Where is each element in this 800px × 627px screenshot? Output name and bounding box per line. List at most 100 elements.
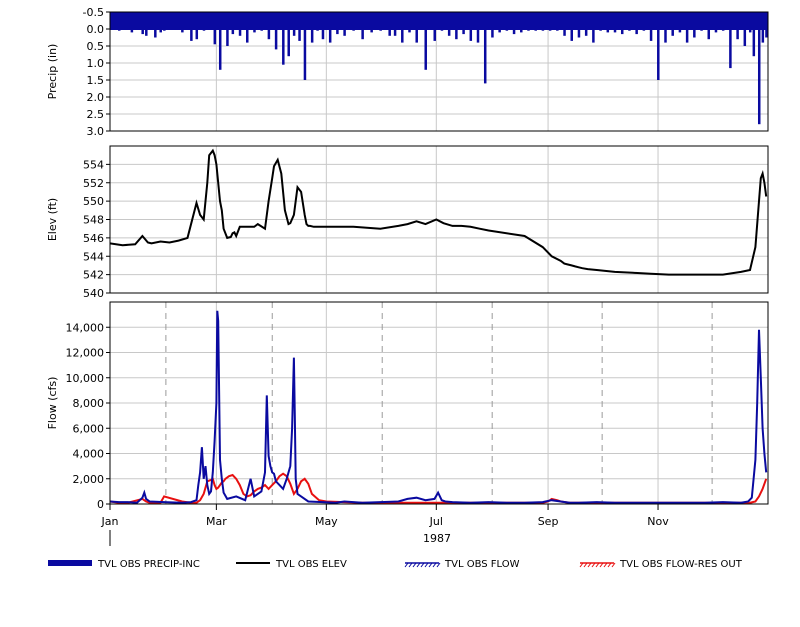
legend: TVL OBS PRECIP-INC TVL OBS ELEV TVL OBS FL… [48,559,743,570]
ylabel-elev: Elev (ft) [46,198,59,241]
precip-bar [321,29,325,40]
precip-bar [635,29,638,35]
precip-bar [556,29,559,31]
xlabel-year: 1987 [423,532,451,545]
xtick-label: Jan [101,515,119,528]
precip-bar [213,29,217,45]
precip-bar [379,29,382,31]
ytick-label-elev: 540 [83,287,104,300]
legend-label: TVL OBS FLOW-RES OUT [619,559,743,570]
precip-bar [141,29,144,35]
ytick-label-elev: 554 [83,158,104,171]
precip-bar [707,29,711,40]
ytick-label-elev: 542 [83,269,104,282]
precip-bar [483,29,487,84]
precip-bar [729,29,732,69]
precip-bar [541,29,545,31]
precip-bar [563,29,566,36]
panel-flow: 0 2,000 4,000 6,000 8,000 10,000 12,000 14,000 F… [46,301,769,546]
precip-bar [599,29,602,31]
precip-bar [671,29,674,36]
precip-bar [657,29,660,80]
precip-bar [415,29,418,43]
precip-bar [159,29,162,33]
panel-elev: 540 542 544 546 548 550 552 554 Elev (ft) [46,145,769,300]
precip-bar [145,29,148,36]
ylabel-precip: Precip (in) [46,44,59,100]
precip-bar [628,29,631,31]
xtick-label: May [315,515,338,528]
ytick-label-precip: 0.5 [87,40,105,53]
precip-bar [361,29,364,40]
precip-bar [721,29,725,31]
precip-bar [512,29,516,35]
ytick-label-flow: 2,000 [73,473,105,486]
precip-bar [231,29,235,35]
precip-bar [620,29,624,35]
legend-label: TVL OBS FLOW [444,559,520,570]
precip-bar [491,29,494,38]
precip-bar [316,29,319,31]
precip-bar [433,29,436,41]
ytick-label-elev: 544 [83,250,104,263]
precip-bar [370,29,373,33]
ytick-label-elev: 552 [83,177,104,190]
legend-item: TVL OBS PRECIP-INC [48,559,200,570]
xtick-label: Nov [647,515,669,528]
chart-svg: -0.50.00.51.01.52.02.53.0Precip (in)5405… [46,6,769,570]
precip-bar [253,29,256,33]
ytick-label-precip: 1.0 [87,57,105,70]
precip-bar [195,29,199,40]
ytick-label-flow: 0 [97,498,104,511]
precip-bar [584,29,588,36]
precip-bar [336,29,339,35]
precip-bar [447,29,451,36]
precip-bar [274,29,278,50]
precip-bar [577,29,581,38]
flow-line [110,310,768,504]
precip-bar [130,29,134,33]
precip-bar [388,29,391,36]
ytick-label-precip: 3.0 [87,125,105,138]
precip-bar [548,29,552,31]
precip-bar [462,29,465,35]
ytick-label-elev: 550 [83,195,104,208]
precip-bar [685,29,689,43]
precip-bar [267,29,271,40]
precip-bar [469,29,473,41]
ylabel-flow: Flow (cfs) [46,377,59,430]
precip-bar [505,29,509,31]
ytick-label-elev: 548 [83,214,104,227]
precip-bar [118,29,121,31]
precip-bar [678,29,682,33]
precip-bar [282,29,285,65]
panel-precip: -0.5 0.0 0.5 1.0 1.5 2.0 2.5 3.0 Precip (in) [46,6,769,138]
ytick-label-precip: -0.5 [83,6,104,19]
precip-bar [352,29,355,31]
ytick-label-flow: 14,000 [66,321,105,334]
precip-bar [163,29,166,31]
ytick-label-precip: 1.5 [87,74,105,87]
precip-bar [401,29,404,43]
precip-bar [328,29,332,43]
precip-bar [287,29,290,57]
precip-bar [765,29,768,38]
precip-bar [226,29,229,46]
precip-bar [700,29,703,31]
precip-bar [310,29,314,43]
precip-bar [260,29,263,31]
xtick-label: Mar [206,515,227,528]
precip-bar [534,29,537,31]
ytick-label-flow: 8,000 [73,397,105,410]
legend-label: TVL OBS PRECIP-INC [97,559,200,570]
precip-bar [246,29,249,43]
precip-bar [238,29,242,36]
precip-bar [303,29,307,80]
precip-bar [613,29,617,33]
precip-bar [292,29,296,36]
precip-bar [298,29,301,41]
precip-bar [424,29,427,70]
precip-bar [693,29,696,38]
precip-bar [455,29,458,40]
ytick-label-precip: 2.0 [87,91,105,104]
